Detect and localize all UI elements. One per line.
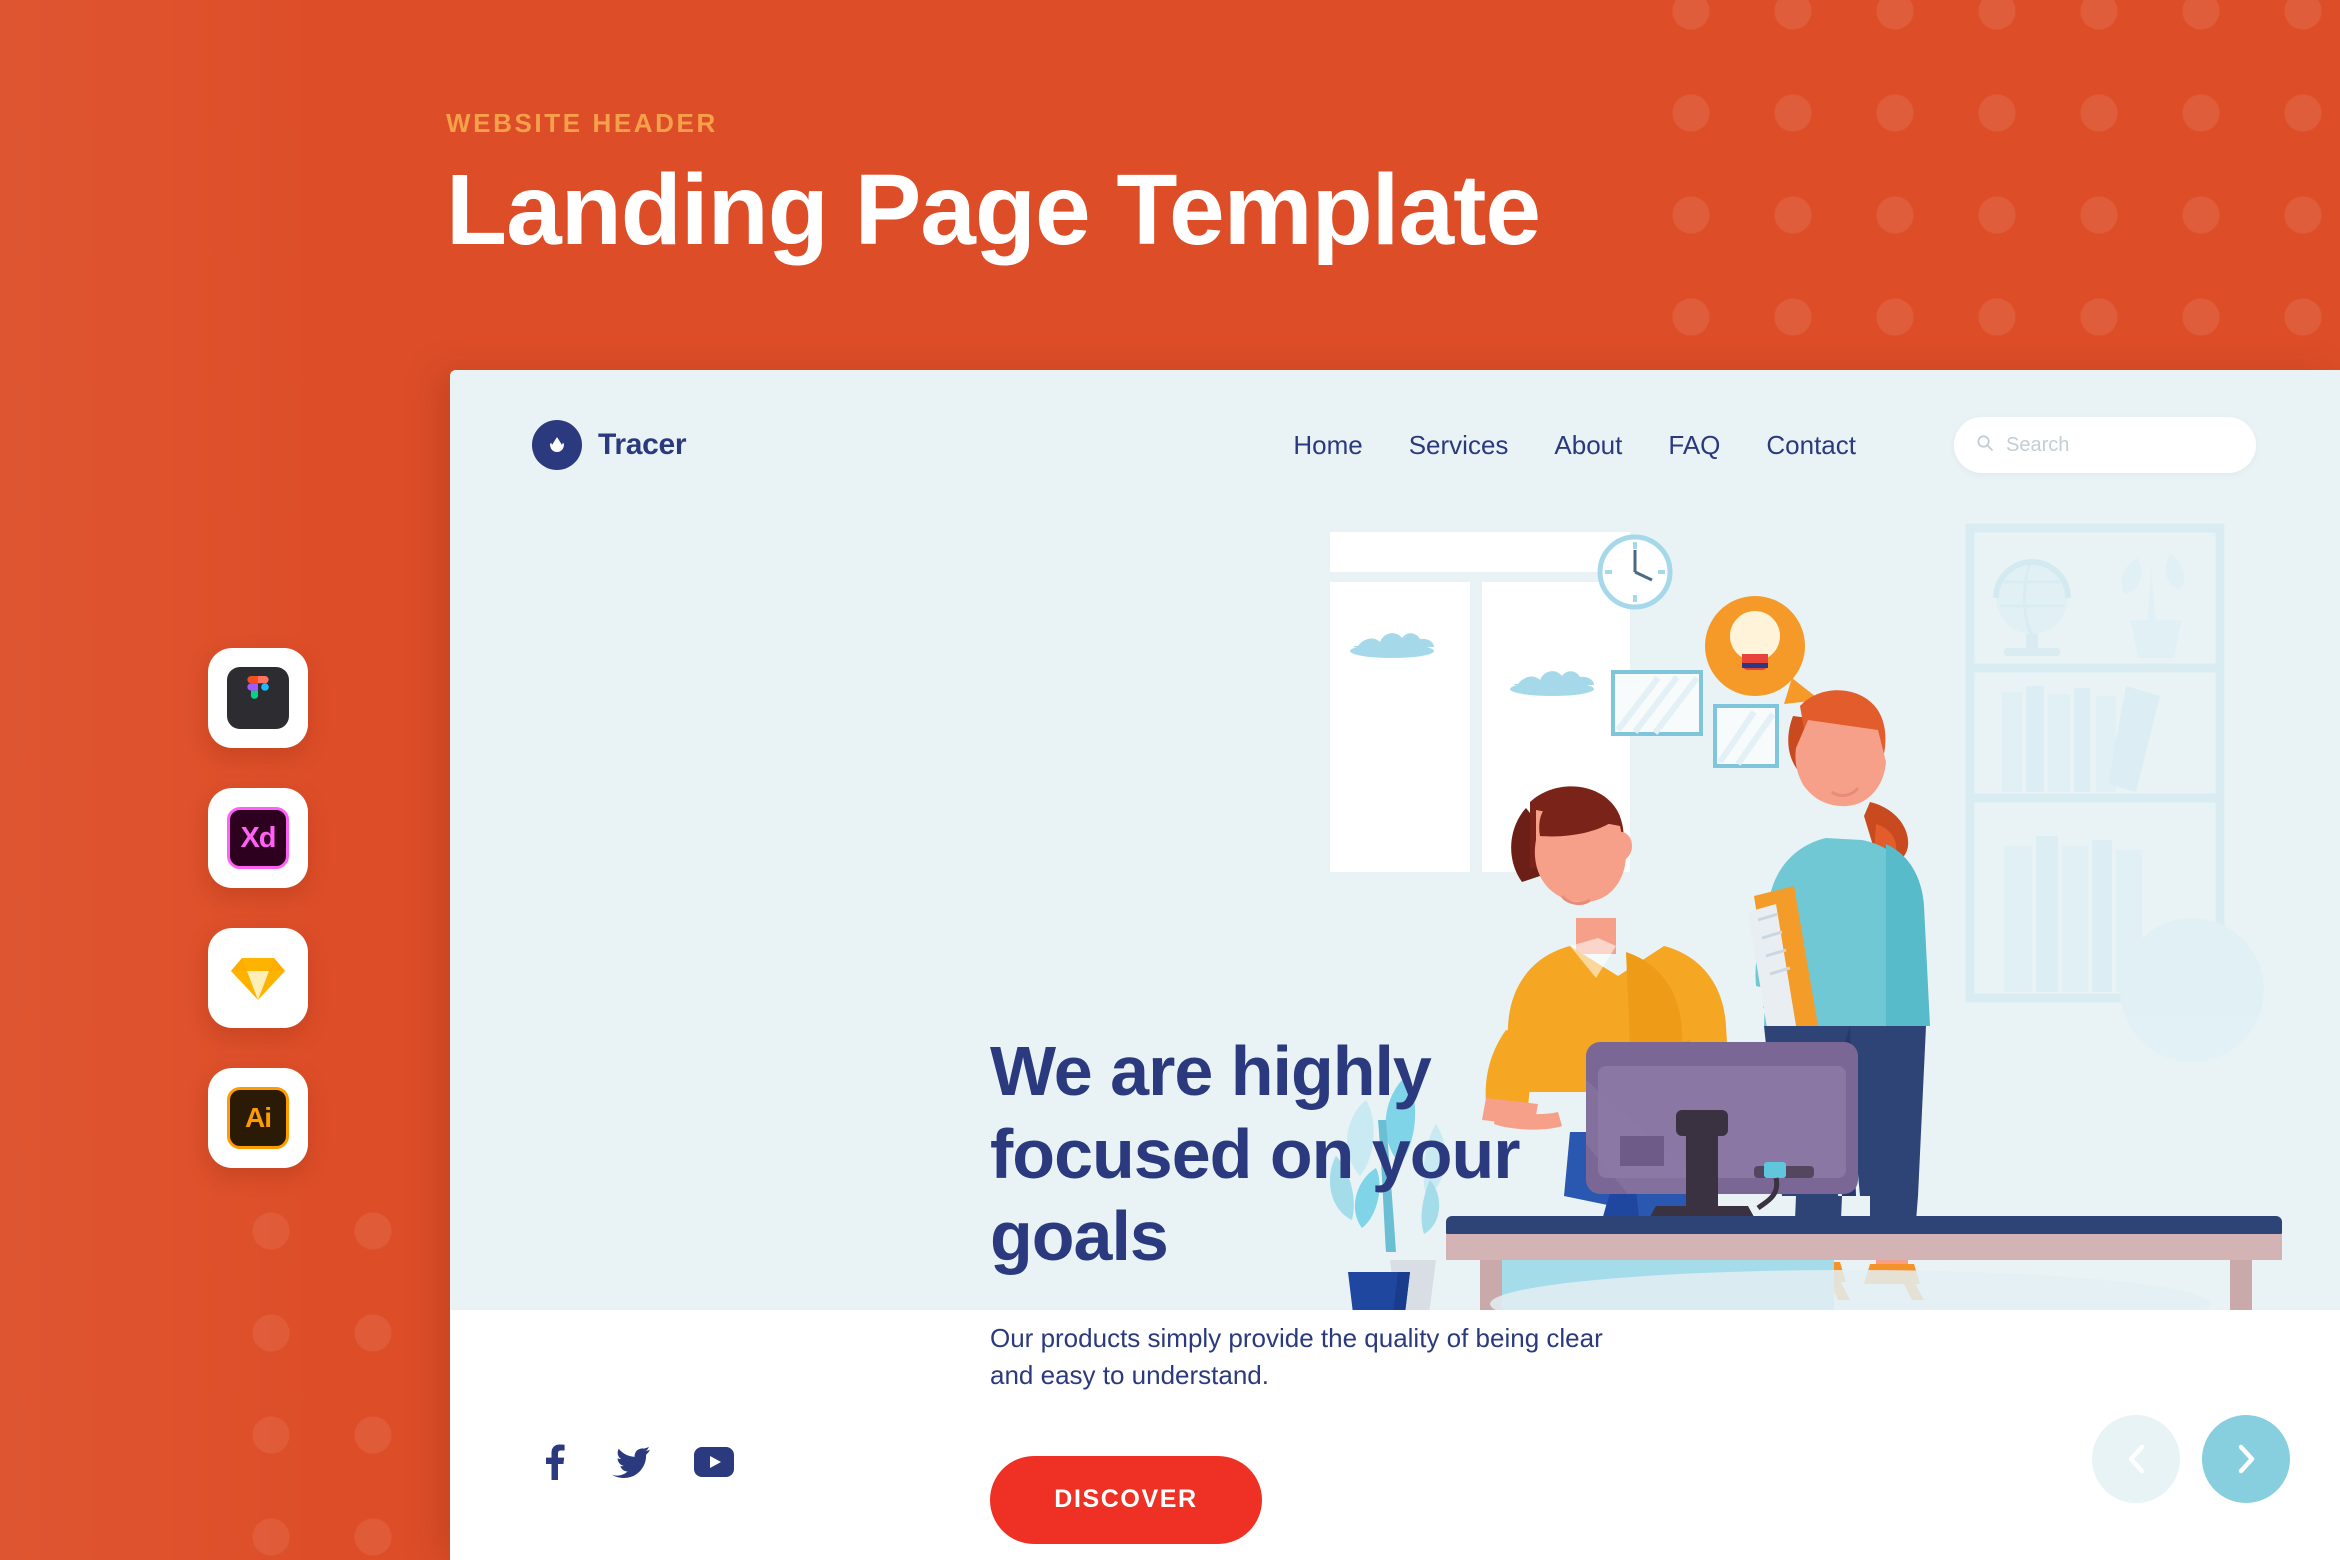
hero-subcopy: Our products simply provide the quality … [990,1322,1603,1390]
twitter-icon[interactable] [612,1446,650,1483]
nav-link-about[interactable]: About [1554,430,1622,461]
facebook-icon[interactable] [542,1444,568,1485]
hero-copy: We are highly focused on your goals Our … [990,1030,1690,1544]
site-navbar: Tracer Home Services About FAQ Contact S… [450,370,2340,520]
poster-title-block: WEBSITE HEADER Landing Page Template [446,108,1541,266]
nav-link-services[interactable]: Services [1409,430,1509,461]
carousel-controls [2092,1415,2290,1503]
figma-badge[interactable] [208,648,308,748]
figma-icon [227,667,289,729]
illustrator-badge[interactable]: Ai [208,1068,308,1168]
sketch-diamond-icon [227,947,289,1009]
carousel-next-button[interactable] [2202,1415,2290,1503]
search-input[interactable]: Search [1954,417,2256,473]
discover-button[interactable]: DISCOVER [990,1455,1262,1544]
app-format-badges: Xd Ai [208,648,308,1168]
adobe-xd-badge[interactable]: Xd [208,788,308,888]
search-placeholder: Search [2006,433,2070,456]
nav-link-contact[interactable]: Contact [1766,430,1856,461]
adobe-xd-icon: Xd [227,807,289,869]
hero-headline: We are highly focused on your goals [990,1032,1520,1276]
youtube-icon[interactable] [694,1447,734,1482]
brand-name: Tracer [598,428,687,461]
sketch-badge[interactable] [208,928,308,1028]
nav-link-home[interactable]: Home [1293,430,1362,461]
carousel-prev-button[interactable] [2092,1415,2180,1503]
tulip-mark-icon [532,420,582,470]
poster-title: Landing Page Template [446,154,1541,266]
chevron-right-icon [2238,1444,2255,1474]
nav-link-faq[interactable]: FAQ [1668,430,1720,461]
poster-eyebrow: WEBSITE HEADER [446,108,718,138]
landing-page-card: Tracer Home Services About FAQ Contact S… [450,370,2340,1560]
chevron-left-icon [2128,1444,2145,1474]
social-links [542,1444,734,1485]
illustrator-icon: Ai [227,1087,289,1149]
brand-logo[interactable]: Tracer [532,420,687,470]
dot-pattern-bottom-left [220,1180,480,1560]
search-icon [1976,434,1994,457]
nav-links: Home Services About FAQ Contact Search [1293,417,2256,473]
